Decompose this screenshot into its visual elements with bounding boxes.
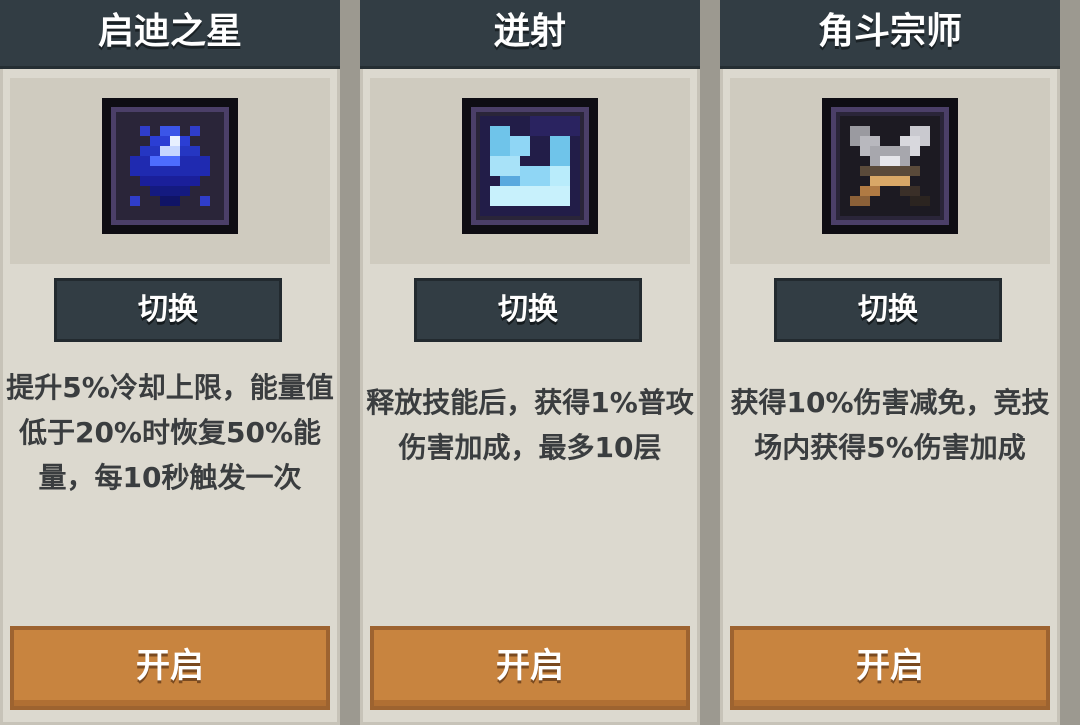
talent-description: 提升5%冷却上限，能量值低于20%时恢复50%能量，每10秒触发一次 [6,371,334,494]
switch-button[interactable]: 切换 [54,278,282,342]
talent-card-2: 迸射 切换 释放技能后，获得1%普攻伤害加成，最多10层 开启 [360,0,700,725]
card-title: 迸射 [360,0,700,69]
blue-crystal-star-icon [102,98,238,234]
icon-well [730,78,1050,264]
talent-description: 获得10%伤害减免，竞技场内获得5%伤害加成 [730,386,1050,464]
card-title: 角斗宗师 [720,0,1060,69]
crossed-swords-icon [822,98,958,234]
icon-well [10,78,330,264]
enable-button[interactable]: 开启 [370,626,690,710]
talent-card-3: 角斗宗师 切换 获得10%伤害减免，竞技场内获得5%伤害加成 开启 [720,0,1060,725]
talent-description: 释放技能后，获得1%普攻伤害加成，最多10层 [366,386,694,464]
talent-card-1: 启迪之星 切换 提升5%冷却上限，能量值低于20%时恢复50%能量，每10秒触发… [0,0,340,725]
switch-button[interactable]: 切换 [414,278,642,342]
card-title: 启迪之星 [0,0,340,69]
switch-button[interactable]: 切换 [774,278,1002,342]
enable-button[interactable]: 开启 [10,626,330,710]
icon-well [370,78,690,264]
ice-burst-icon [462,98,598,234]
enable-button[interactable]: 开启 [730,626,1050,710]
